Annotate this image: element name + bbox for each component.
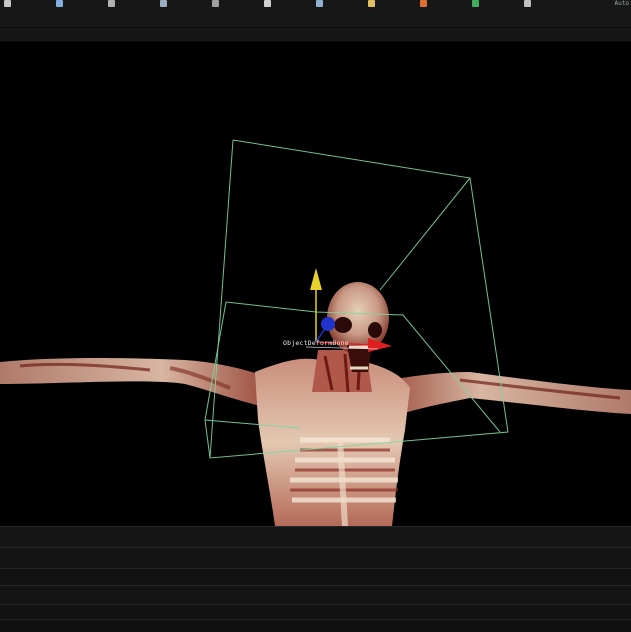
viewport-scene bbox=[0, 139, 631, 526]
scale-tool-button[interactable] bbox=[160, 0, 167, 7]
settings-button[interactable] bbox=[524, 0, 531, 7]
timeline-track[interactable] bbox=[0, 568, 631, 585]
snap-button[interactable] bbox=[212, 0, 219, 7]
light-button[interactable] bbox=[368, 0, 375, 7]
object-name-label: ObjectDeformBone bbox=[283, 339, 349, 347]
move-tool-button[interactable] bbox=[56, 0, 63, 7]
timeline-track[interactable] bbox=[0, 619, 631, 632]
render-button[interactable] bbox=[420, 0, 427, 7]
timeline-track[interactable] bbox=[0, 585, 631, 604]
rotate-tool-button[interactable] bbox=[108, 0, 115, 7]
link-button[interactable] bbox=[264, 0, 271, 7]
camera-button[interactable] bbox=[316, 0, 323, 7]
timeline-track[interactable] bbox=[0, 547, 631, 568]
toolbar-buttons bbox=[0, 0, 631, 10]
select-tool-button[interactable] bbox=[4, 0, 11, 7]
material-button[interactable] bbox=[472, 0, 479, 7]
toolbar-right-label[interactable]: Auto bbox=[615, 0, 629, 7]
3d-viewport[interactable]: ObjectDeformBone bbox=[0, 42, 631, 526]
timeline-header bbox=[0, 526, 631, 547]
gizmo-y-arrow-icon bbox=[310, 268, 322, 290]
timeline-track[interactable] bbox=[0, 604, 631, 619]
viewport-header bbox=[0, 28, 631, 42]
main-toolbar: Auto bbox=[0, 0, 631, 28]
